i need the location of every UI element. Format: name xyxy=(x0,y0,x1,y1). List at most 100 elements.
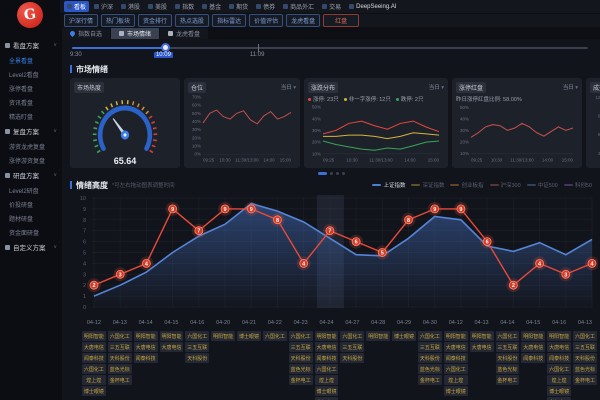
toolbar-button-价值评估[interactable]: 价值评估 xyxy=(249,14,283,27)
stock-name[interactable]: 六国化工 xyxy=(289,331,313,341)
panel-distribution-range-select[interactable]: 当日 xyxy=(429,83,444,91)
stock-name[interactable]: 天科股份 xyxy=(340,353,364,363)
stock-name[interactable]: 金杯电工 xyxy=(418,375,442,385)
stock-name[interactable]: 博士眼镜 xyxy=(547,386,571,396)
stock-name[interactable]: 金杯电工 xyxy=(573,375,597,385)
stock-name[interactable]: 金杯电工 xyxy=(108,375,132,385)
sidebar-item-价投研盘[interactable]: 价投研盘 xyxy=(0,197,62,211)
stock-name[interactable]: 天科股份 xyxy=(185,353,209,363)
toolbar-button-龙虎看盘[interactable]: 龙虎看盘 xyxy=(286,14,320,27)
sidebar-group-看盘方案[interactable]: 看盘方案∨ xyxy=(0,37,62,53)
stock-name[interactable]: 煌上煌 xyxy=(547,375,571,385)
stock-name[interactable]: 天科股份 xyxy=(573,353,597,363)
stock-name[interactable]: 六国化工 xyxy=(185,331,209,341)
toolbar-button-red[interactable]: 红盘 xyxy=(323,14,359,27)
stock-name[interactable]: 六国化工 xyxy=(263,331,287,341)
sidebar-item-Level2研盘[interactable]: Level2研盘 xyxy=(0,183,62,197)
sidebar-item-资金面研盘[interactable]: 资金面研盘 xyxy=(0,225,62,239)
stock-name[interactable]: 六国化工 xyxy=(82,364,106,374)
stock-name[interactable]: 三五互联 xyxy=(573,342,597,352)
stock-name[interactable]: 博士眼镜 xyxy=(82,386,106,396)
stock-name[interactable]: 闻泰科技 xyxy=(82,353,106,363)
menu-item-港股[interactable]: 港股 xyxy=(118,1,143,12)
legend-item-中证500[interactable]: 中证500 xyxy=(527,181,558,189)
legend-item-深证指数[interactable]: 深证指数 xyxy=(411,181,444,189)
sidebar-item-涨停游资复盘[interactable]: 涨停游资复盘 xyxy=(0,153,62,167)
sidebar-group-自定义方案[interactable]: 自定义方案∨ xyxy=(0,239,62,255)
sidebar-item-题材研盘[interactable]: 题材研盘 xyxy=(0,211,62,225)
stock-name[interactable]: 金杯电工 xyxy=(289,375,313,385)
stock-name[interactable]: 大唐电信 xyxy=(444,342,468,352)
stock-name[interactable]: 天科股份 xyxy=(496,353,520,363)
stock-name[interactable]: 六国化工 xyxy=(418,331,442,341)
stock-name[interactable]: 明阳智能 xyxy=(366,331,390,341)
stock-name[interactable]: 三五互联 xyxy=(185,342,209,352)
menu-item-商品外汇[interactable]: 商品外汇 xyxy=(280,1,317,12)
stock-name[interactable]: 博士眼镜 xyxy=(444,386,468,396)
stock-name[interactable]: 明阳智能 xyxy=(160,331,184,341)
stock-name[interactable]: 天科股份 xyxy=(289,353,313,363)
stock-name[interactable]: 大唐电信 xyxy=(470,342,494,352)
stock-name[interactable]: 明阳智能 xyxy=(444,331,468,341)
stock-name[interactable]: 闻泰科技 xyxy=(521,353,545,363)
legend-item-科创50[interactable]: 科创50 xyxy=(564,181,592,189)
stock-name[interactable]: 煌上煌 xyxy=(315,375,339,385)
tab-龙虎看盘[interactable]: 龙虎看盘 xyxy=(160,28,208,39)
sidebar-item-游资龙虎复盘[interactable]: 游资龙虎复盘 xyxy=(0,139,62,153)
pagination-dot-0[interactable] xyxy=(318,172,327,175)
sidebar-item-涨停看盘[interactable]: 涨停看盘 xyxy=(0,81,62,95)
menu-item-期货[interactable]: 期货 xyxy=(226,1,251,12)
toolbar-button-资金排行[interactable]: 资金排行 xyxy=(138,14,172,27)
menu-item-美股[interactable]: 美股 xyxy=(145,1,170,12)
sidebar-item-资讯看盘[interactable]: 资讯看盘 xyxy=(0,95,62,109)
toolbar-button-沪深行情[interactable]: 沪深行情 xyxy=(64,14,98,27)
slider-handle[interactable] xyxy=(161,43,170,52)
stock-name[interactable]: 煌上煌 xyxy=(82,375,106,385)
slider-track[interactable] xyxy=(72,47,588,49)
stock-name[interactable]: 明阳智能 xyxy=(521,331,545,341)
menu-item-DeepSeeing.AI[interactable]: DeepSeeing.AI xyxy=(346,3,399,11)
stock-name[interactable]: 天科股份 xyxy=(418,353,442,363)
menu-item-沪深[interactable]: 沪深 xyxy=(91,1,116,12)
sidebar-item-Level2看盘[interactable]: Level2看盘 xyxy=(0,67,62,81)
stock-name[interactable]: 大唐电信 xyxy=(134,342,158,352)
stock-name[interactable]: 六国化工 xyxy=(573,331,597,341)
sidebar-item-精选盯盘[interactable]: 精选盯盘 xyxy=(0,109,62,123)
stock-name[interactable]: 煌上煌 xyxy=(444,375,468,385)
app-logo[interactable]: G xyxy=(0,0,60,30)
stock-name[interactable]: 明阳智能 xyxy=(134,331,158,341)
stock-name[interactable]: 闻泰科技 xyxy=(444,353,468,363)
stock-name[interactable]: 闻泰科技 xyxy=(315,353,339,363)
stock-name[interactable]: 三五互联 xyxy=(108,342,132,352)
panel-limit-red-range-select[interactable]: 当日 xyxy=(563,83,578,91)
time-slider[interactable]: 9:30 10:09 11:09 xyxy=(70,42,592,60)
legend-item-沪深300[interactable]: 沪深300 xyxy=(490,181,521,189)
legend-item-涨停: 23只[interactable]: 涨停: 23只 xyxy=(308,95,339,103)
stock-name[interactable]: 六国化工 xyxy=(496,331,520,341)
sidebar-group-复盘方案[interactable]: 复盘方案∨ xyxy=(0,123,62,139)
toolbar-button-热点选股[interactable]: 热点选股 xyxy=(175,14,209,27)
menu-item-交易[interactable]: 交易 xyxy=(319,1,344,12)
stock-name[interactable]: 明阳智能 xyxy=(211,331,235,341)
stock-name[interactable]: 博士眼镜 xyxy=(237,331,261,341)
legend-item-非一字涨停: 12只[interactable]: 非一字涨停: 12只 xyxy=(344,95,391,103)
stock-name[interactable]: 闻泰科技 xyxy=(134,353,158,363)
stock-name[interactable]: 蓝色光标 xyxy=(573,364,597,374)
legend-item-上证指数[interactable]: 上证指数 xyxy=(372,181,405,189)
stock-name[interactable]: 天科股份 xyxy=(108,353,132,363)
sidebar-item-全景看盘[interactable]: 全景看盘 xyxy=(0,53,62,67)
legend-item-创业板指[interactable]: 创业板指 xyxy=(450,181,483,189)
stock-name[interactable]: 明阳智能 xyxy=(82,331,106,341)
stock-name[interactable]: 六国化工 xyxy=(315,364,339,374)
sentiment-height-chart[interactable]: 01234567891023497998476589962434 xyxy=(70,193,598,319)
stock-name[interactable]: 博士眼镜 xyxy=(315,386,339,396)
stock-name[interactable]: 闻泰科技 xyxy=(547,353,571,363)
stock-name[interactable]: 大唐电信 xyxy=(521,342,545,352)
stock-name[interactable]: 金杯电工 xyxy=(496,375,520,385)
sidebar-group-研盘方案[interactable]: 研盘方案∨ xyxy=(0,167,62,183)
tab-市场情绪[interactable]: 市场情绪 xyxy=(111,28,159,39)
panels-pagination[interactable] xyxy=(62,172,600,176)
stock-name[interactable]: 三五互联 xyxy=(340,342,364,352)
pagination-dot-2[interactable] xyxy=(336,172,339,175)
stock-name[interactable]: 六国化工 xyxy=(340,331,364,341)
